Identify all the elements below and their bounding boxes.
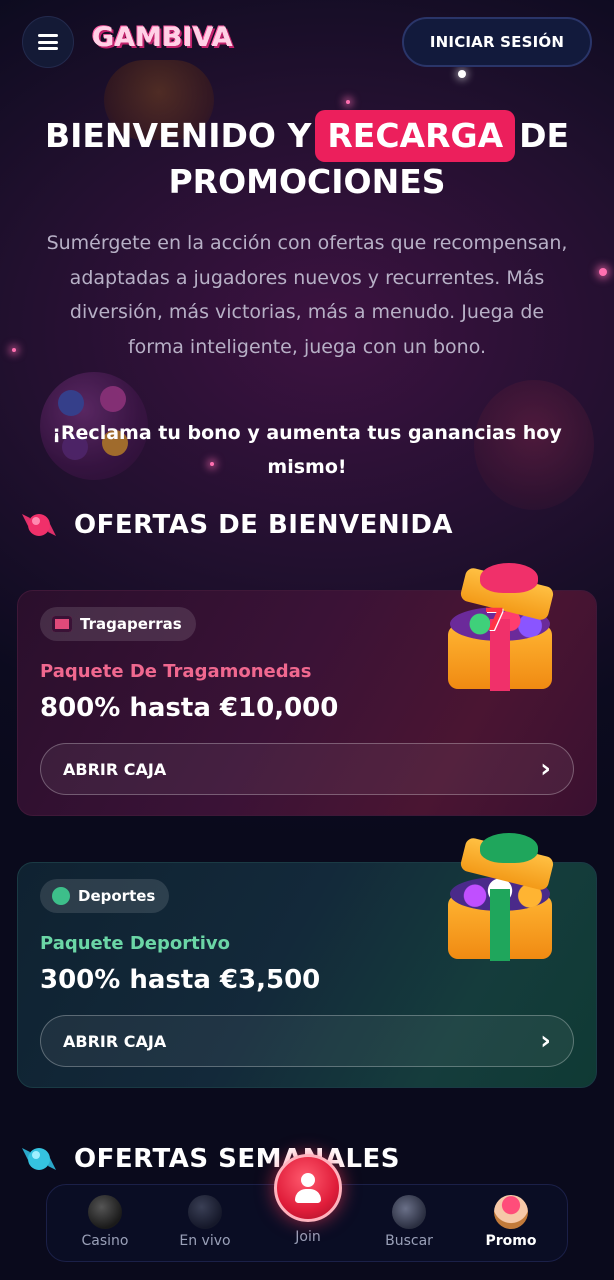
hero-title-line2: PROMOCIONES (168, 162, 446, 201)
open-box-label: ABRIR CAJA (63, 759, 167, 779)
candy-icon (18, 504, 60, 546)
sparkle-decoration (346, 100, 350, 104)
sports-tag-label: Deportes (78, 887, 156, 905)
nav-label-en-vivo: En vivo (179, 1233, 231, 1249)
weekly-offers-title: OFERTAS SEMANALES (74, 1144, 401, 1174)
welcome-offers-heading: OFERTAS DE BIENVENIDA (18, 504, 453, 546)
nav-label-buscar: Buscar (385, 1233, 433, 1249)
hero-title-line1: BIENVENIDO Y RECARGA DE (0, 110, 614, 162)
hero-title-part2: DE (519, 116, 570, 155)
hamburger-icon (38, 34, 58, 50)
nav-item-join[interactable]: Join (268, 1229, 348, 1245)
chevron-right-icon: › (540, 1026, 551, 1056)
gambiva-logo[interactable]: GAMBIVA (92, 22, 233, 53)
login-button[interactable]: INICIAR SESIÓN (402, 17, 592, 67)
slots-package-title: Paquete De Tragamonedas (40, 661, 312, 682)
join-button[interactable] (274, 1154, 342, 1222)
nav-item-buscar[interactable]: Buscar (369, 1195, 449, 1249)
nav-label-join: Join (295, 1229, 321, 1245)
sports-open-box-button[interactable]: ABRIR CAJA › (40, 1015, 574, 1067)
bomb-icon (88, 1195, 122, 1229)
nav-item-casino[interactable]: Casino (65, 1195, 145, 1249)
sports-gift-box-image (440, 833, 558, 963)
slots-tag-label: Tragaperras (80, 615, 182, 633)
open-box-label: ABRIR CAJA (63, 1031, 167, 1051)
hero-title-highlight: RECARGA (315, 110, 516, 162)
chevron-right-icon: › (540, 754, 551, 784)
candy-icon (18, 1138, 60, 1180)
menu-button[interactable] (22, 16, 74, 68)
nav-item-en-vivo[interactable]: En vivo (165, 1195, 245, 1249)
sports-offer-card: Deportes Paquete Deportivo 300% hasta €3… (17, 833, 597, 1088)
promotions-page: GAMBIVA INICIAR SESIÓN BIENVENIDO Y RECAR… (0, 0, 614, 1280)
nav-label-promo: Promo (485, 1233, 537, 1249)
cupcake-icon (494, 1195, 528, 1229)
sports-package-title: Paquete Deportivo (40, 933, 230, 954)
slots-gift-box-image: 7 (440, 563, 558, 693)
slots-offer-card: Tragaperras Paquete De Tragamonedas 800%… (17, 563, 597, 816)
nav-item-promo[interactable]: Promo (471, 1195, 551, 1249)
nav-label-casino: Casino (81, 1233, 129, 1249)
welcome-offers-title: OFERTAS DE BIENVENIDA (74, 510, 454, 540)
weekly-offers-heading: OFERTAS SEMANALES (18, 1138, 400, 1180)
tennis-ball-icon (52, 887, 70, 905)
spade-icon (188, 1195, 222, 1229)
sports-tag: Deportes (40, 879, 170, 913)
search-icon (392, 1195, 426, 1229)
slots-package-amount: 800% hasta €10,000 (40, 693, 339, 723)
hero-cta-text: ¡Reclama tu bono y aumenta tus ganancias… (52, 422, 562, 478)
sparkle-decoration (12, 348, 16, 352)
hero-description: Sumérgete en la acción con ofertas que r… (46, 232, 568, 358)
user-icon (293, 1171, 323, 1205)
sports-package-amount: 300% hasta €3,500 (40, 965, 321, 995)
slots-open-box-button[interactable]: ABRIR CAJA › (40, 743, 574, 795)
slots-tag: Tragaperras (40, 607, 196, 641)
top-header: GAMBIVA INICIAR SESIÓN (0, 0, 614, 88)
sparkle-decoration (599, 268, 607, 276)
hero-title-part1: BIENVENIDO Y (44, 116, 312, 155)
slot-machine-icon (52, 616, 72, 632)
